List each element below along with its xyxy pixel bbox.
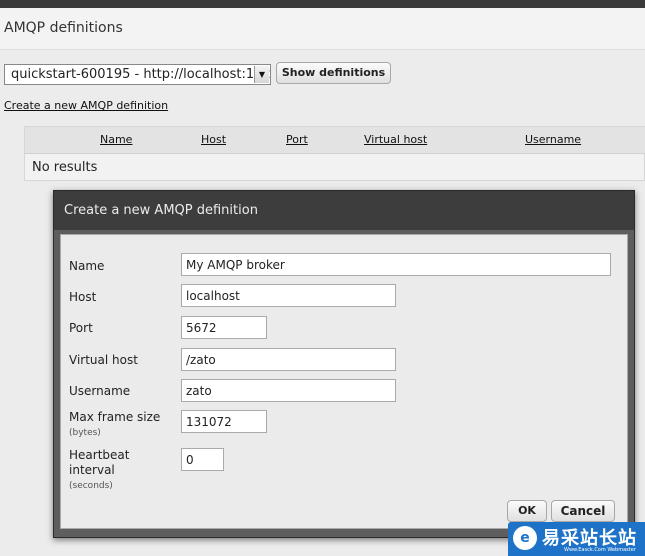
page-header: AMQP definitions [0,8,645,50]
port-label: Port [69,321,93,335]
heartbeat-unit: (seconds) [69,481,113,491]
max-frame-size-unit: (bytes) [69,428,101,438]
dialog-body: Name Host Port Virtual host Username Max… [60,234,628,529]
column-header-username[interactable]: Username [525,133,581,146]
top-bar [0,0,645,8]
column-header-virtual-host[interactable]: Virtual host [364,133,427,146]
cluster-select-value: quickstart-600195 - http://localhost:112… [11,67,271,82]
watermark-logo-icon: e [513,526,537,550]
host-label: Host [69,290,97,304]
ok-button[interactable]: OK [507,500,547,522]
username-label: Username [69,384,131,398]
watermark-subtext: Www.Easck.Com Webmaster [564,547,636,553]
results-table: Name Host Port Virtual host Username No … [24,126,645,181]
create-definition-dialog: Create a new AMQP definition Name Host P… [53,190,635,538]
dialog-title: Create a new AMQP definition [64,203,258,218]
username-input[interactable] [181,379,396,402]
chevron-down-icon[interactable]: ▼ [254,66,269,83]
cancel-button[interactable]: Cancel [551,500,615,522]
page-title: AMQP definitions [4,20,123,36]
table-header: Name Host Port Virtual host Username [25,127,645,154]
virtual-host-label: Virtual host [69,353,138,367]
column-header-host[interactable]: Host [201,133,226,146]
heartbeat-label-line1: Heartbeat [69,448,130,462]
heartbeat-label-line2: interval [69,463,115,477]
watermark: e 易采站长站 Www.Easck.Com Webmaster [508,522,645,556]
name-label: Name [69,259,105,273]
host-input[interactable] [181,284,396,307]
port-input[interactable] [181,316,267,339]
heartbeat-input[interactable] [181,448,224,471]
show-definitions-button[interactable]: Show definitions [276,62,391,84]
column-header-port[interactable]: Port [286,133,308,146]
max-frame-size-label: Max frame size [69,410,161,424]
cluster-select[interactable]: quickstart-600195 - http://localhost:112… [4,64,271,85]
max-frame-size-input[interactable] [181,410,267,433]
dialog-title-bar[interactable]: Create a new AMQP definition [54,191,634,230]
virtual-host-input[interactable] [181,348,396,371]
create-definition-link[interactable]: Create a new AMQP definition [4,99,168,112]
no-results-text: No results [32,160,98,175]
column-header-name[interactable]: Name [100,133,132,146]
name-input[interactable] [181,253,611,276]
